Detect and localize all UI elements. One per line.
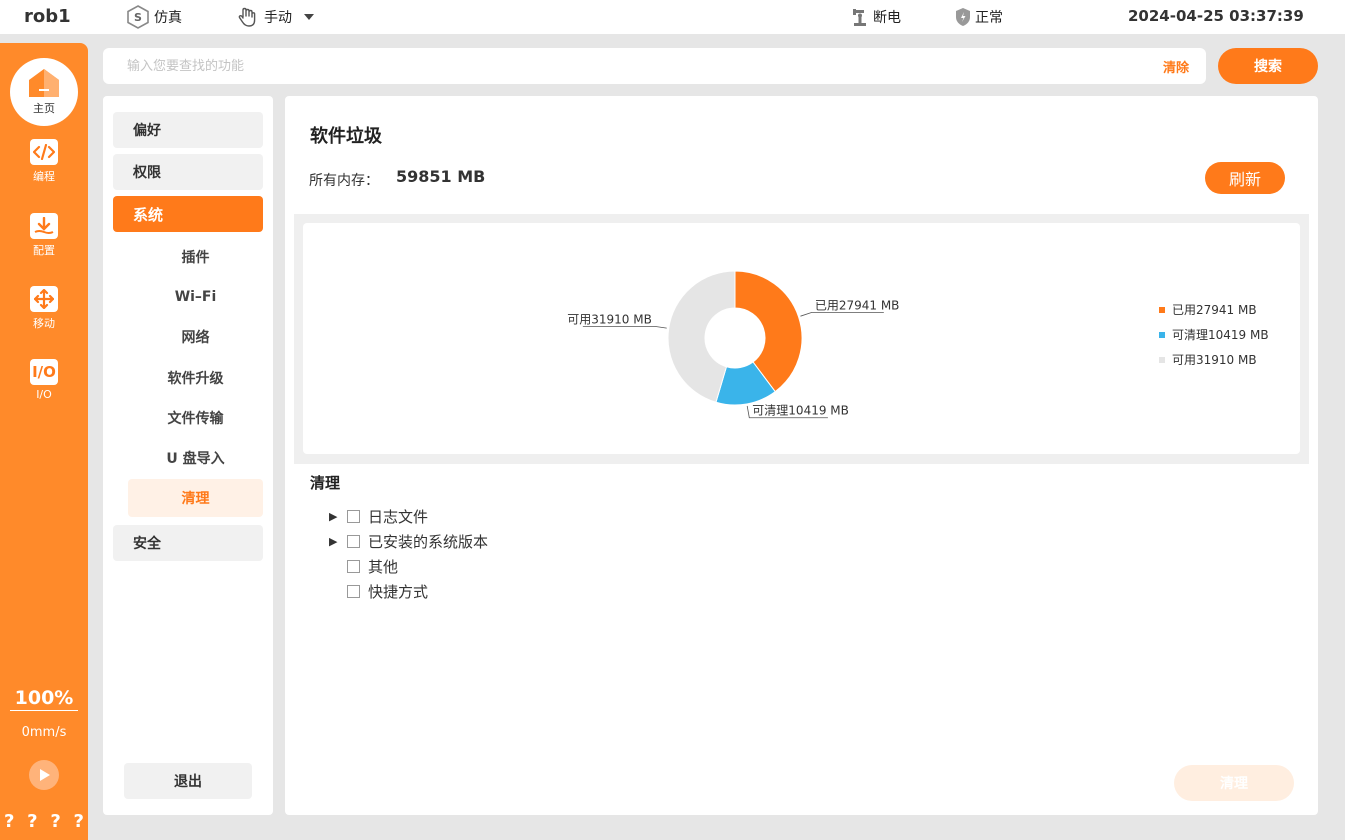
label-available: 可用31910 MB bbox=[567, 312, 652, 326]
sidebar-item-label: 编程 bbox=[33, 170, 55, 183]
memory-chart-card: 已用27941 MB 可清理10419 MB 可用31910 MB 已用27941 … bbox=[303, 223, 1300, 454]
checkbox[interactable] bbox=[347, 510, 360, 523]
menu-category-security[interactable]: 安全 bbox=[113, 525, 263, 561]
io-icon: I/O bbox=[30, 359, 58, 385]
legend-swatch bbox=[1159, 356, 1165, 363]
safety-status-label: 正常 bbox=[975, 10, 1003, 26]
menu-item-usb-import[interactable]: U 盘导入 bbox=[128, 439, 263, 477]
legend-item-cleanable[interactable]: 可清理10419 MB bbox=[1159, 322, 1269, 347]
speed-percent[interactable]: 100% bbox=[10, 687, 78, 711]
simulation-icon: S bbox=[127, 5, 149, 29]
menu-item-file-transfer[interactable]: 文件传输 bbox=[128, 399, 263, 437]
tree-item-other[interactable]: 其他 bbox=[329, 554, 398, 579]
menu-item-software-upgrade[interactable]: 软件升级 bbox=[128, 359, 263, 397]
tree-item-installed-versions[interactable]: ▶ 已安装的系统版本 bbox=[329, 529, 488, 554]
main-content: 软件垃圾 所有内存： 59851 MB 刷新 已用27941 MB 可清理1041… bbox=[285, 96, 1318, 815]
shield-icon bbox=[956, 8, 970, 26]
status-mark[interactable]: ? bbox=[74, 811, 84, 832]
power-status-label: 断电 bbox=[873, 10, 901, 26]
robot-arm-icon bbox=[853, 9, 866, 26]
page-title: 软件垃圾 bbox=[310, 126, 382, 147]
tree-item-label: 其他 bbox=[368, 558, 399, 576]
sidebar-item-home[interactable]: 主页 bbox=[10, 58, 78, 126]
tree-item-log-files[interactable]: ▶ 日志文件 bbox=[329, 504, 428, 529]
legend-swatch bbox=[1159, 306, 1165, 313]
leader-line bbox=[582, 325, 667, 329]
sidebar-item-label: 移动 bbox=[33, 317, 55, 330]
tree-item-label: 已安装的系统版本 bbox=[368, 533, 489, 551]
main-sidebar: 主页 编程 配置 移动 I/O I/O 100% 0mm/s ? ? ? ? bbox=[0, 43, 88, 840]
tree-item-shortcuts[interactable]: 快捷方式 bbox=[329, 579, 428, 604]
expand-arrow-icon[interactable]: ▶ bbox=[329, 510, 347, 523]
menu-item-plugins[interactable]: 插件 bbox=[128, 238, 263, 276]
menu-item-cleanup[interactable]: 清理 bbox=[128, 479, 263, 517]
legend-label: 可清理10419 MB bbox=[1172, 328, 1269, 342]
robot-name[interactable]: rob1 bbox=[24, 6, 71, 27]
power-status-indicator[interactable]: 断电 bbox=[851, 4, 901, 30]
status-marks: ? ? ? ? bbox=[4, 811, 88, 832]
tree-item-label: 日志文件 bbox=[368, 508, 429, 526]
checkbox[interactable] bbox=[347, 585, 360, 598]
sidebar-item-label: I/O bbox=[36, 388, 52, 401]
label-used: 已用27941 MB bbox=[815, 298, 900, 312]
sidebar-item-label: 主页 bbox=[33, 102, 55, 115]
tree-item-label: 快捷方式 bbox=[368, 583, 429, 601]
settings-menu: 偏好 权限 系统 插件 Wi–Fi 网络 软件升级 文件传输 U 盘导入 清理 … bbox=[103, 96, 273, 815]
search-button[interactable]: 搜索 bbox=[1218, 48, 1318, 84]
checkbox[interactable] bbox=[347, 535, 360, 548]
memory-donut-chart: 已用27941 MB 可清理10419 MB 可用31910 MB bbox=[567, 270, 900, 419]
expand-arrow-icon[interactable]: ▶ bbox=[329, 535, 347, 548]
move-arrows-icon bbox=[30, 286, 58, 312]
checkbox[interactable] bbox=[347, 560, 360, 573]
chart-container: 已用27941 MB 可清理10419 MB 可用31910 MB 已用27941 … bbox=[294, 214, 1309, 464]
sidebar-item-move[interactable]: 移动 bbox=[0, 286, 88, 331]
legend-label: 可用31910 MB bbox=[1172, 353, 1257, 367]
logout-button[interactable]: 退出 bbox=[124, 763, 252, 799]
cleanup-section-title: 清理 bbox=[310, 474, 341, 492]
speed-value: 0mm/s bbox=[21, 725, 67, 740]
safety-status-indicator[interactable]: 正常 bbox=[955, 4, 1003, 30]
status-mark[interactable]: ? bbox=[50, 811, 60, 832]
home-icon bbox=[29, 69, 59, 97]
manual-mode-label: 手动 bbox=[264, 10, 292, 26]
hand-icon bbox=[238, 7, 256, 27]
memory-label: 所有内存： bbox=[309, 173, 379, 189]
legend-swatch bbox=[1159, 331, 1165, 338]
legend-item-available[interactable]: 可用31910 MB bbox=[1159, 347, 1269, 372]
search-bar: 清除 bbox=[103, 48, 1206, 84]
memory-value: 59851 MB bbox=[396, 167, 486, 186]
play-button[interactable] bbox=[29, 760, 59, 790]
label-cleanable: 可清理10419 MB bbox=[752, 404, 849, 418]
clean-button[interactable]: 清理 bbox=[1174, 765, 1294, 801]
menu-item-network[interactable]: 网络 bbox=[128, 318, 263, 356]
top-bar: rob1 S 仿真 手动 断电 正常 2024-04-25 03:37:39 bbox=[0, 0, 1345, 34]
play-icon bbox=[40, 769, 50, 781]
simulation-label: 仿真 bbox=[154, 10, 182, 26]
svg-text:S: S bbox=[134, 11, 142, 24]
manual-mode-dropdown[interactable]: 手动 bbox=[236, 4, 320, 30]
menu-category-preferences[interactable]: 偏好 bbox=[113, 112, 263, 148]
simulation-mode-indicator[interactable]: S 仿真 bbox=[126, 4, 182, 30]
legend-label: 已用27941 MB bbox=[1172, 303, 1257, 317]
menu-category-system[interactable]: 系统 bbox=[113, 196, 263, 232]
sidebar-item-io[interactable]: I/O I/O bbox=[0, 359, 88, 401]
datetime-display: 2024-04-25 03:37:39 bbox=[1128, 7, 1304, 25]
legend-item-used[interactable]: 已用27941 MB bbox=[1159, 297, 1269, 322]
menu-item-wifi[interactable]: Wi–Fi bbox=[128, 278, 263, 316]
download-config-icon bbox=[30, 213, 58, 239]
leader-line bbox=[800, 311, 884, 317]
clear-search-button[interactable]: 清除 bbox=[1163, 57, 1189, 76]
code-icon bbox=[30, 139, 58, 165]
chevron-down-icon bbox=[304, 14, 314, 20]
status-mark[interactable]: ? bbox=[4, 811, 14, 832]
sidebar-item-programming[interactable]: 编程 bbox=[0, 139, 88, 184]
sidebar-item-label: 配置 bbox=[33, 244, 55, 257]
menu-category-permissions[interactable]: 权限 bbox=[113, 154, 263, 190]
sidebar-item-config[interactable]: 配置 bbox=[0, 213, 88, 258]
status-mark[interactable]: ? bbox=[27, 811, 37, 832]
chart-legend: 已用27941 MB 可清理10419 MB 可用31910 MB bbox=[1159, 297, 1269, 372]
refresh-button[interactable]: 刷新 bbox=[1205, 162, 1285, 194]
search-input[interactable] bbox=[127, 48, 1127, 84]
